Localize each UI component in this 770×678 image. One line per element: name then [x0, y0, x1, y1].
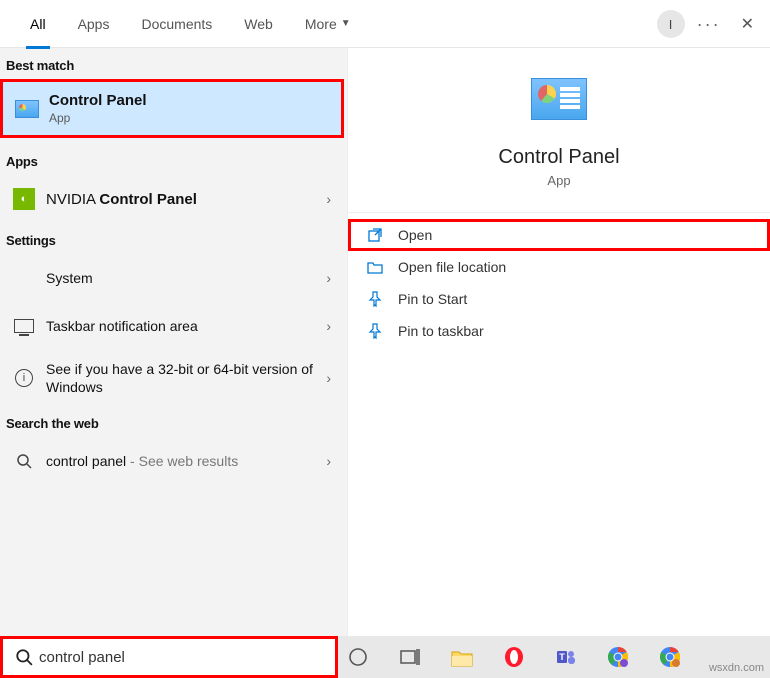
- monitor-icon: [10, 312, 38, 340]
- action-pin-to-taskbar[interactable]: Pin to taskbar: [348, 315, 770, 347]
- result-title: NVIDIA Control Panel: [46, 191, 320, 208]
- tab-more[interactable]: More ▼: [289, 0, 367, 48]
- opera-icon[interactable]: [500, 643, 528, 671]
- preview-column: Control Panel App Open Open file locatio…: [347, 48, 770, 636]
- user-avatar[interactable]: I: [657, 10, 685, 38]
- tab-web[interactable]: Web: [228, 0, 289, 48]
- section-search-web: Search the web: [0, 406, 347, 437]
- preview-title: Control Panel: [498, 146, 619, 169]
- preview-type: App: [547, 173, 570, 188]
- tab-more-label: More: [305, 16, 337, 32]
- taskbar: T: [338, 636, 770, 678]
- action-list: Open Open file location Pin to Start Pin…: [348, 213, 770, 353]
- search-bar[interactable]: [0, 636, 338, 678]
- info-icon: i: [10, 364, 38, 392]
- result-subtitle: App: [49, 111, 331, 125]
- result-control-panel[interactable]: Control Panel App: [3, 82, 341, 135]
- action-label: Pin to taskbar: [398, 323, 484, 339]
- action-pin-to-start[interactable]: Pin to Start: [348, 283, 770, 315]
- chevron-right-icon[interactable]: ›: [320, 270, 337, 286]
- more-options-icon[interactable]: ···: [697, 14, 721, 35]
- chevron-right-icon[interactable]: ›: [320, 191, 337, 207]
- result-web-search[interactable]: control panel - See web results ›: [0, 437, 347, 485]
- task-view-icon[interactable]: [396, 643, 424, 671]
- cortana-icon[interactable]: [344, 643, 372, 671]
- action-label: Open: [398, 227, 432, 243]
- result-taskbar-notification[interactable]: Taskbar notification area ›: [0, 302, 347, 350]
- best-match-highlight: Control Panel App: [0, 79, 344, 138]
- svg-text:T: T: [559, 652, 565, 662]
- results-column: Best match Control Panel App Apps ◐ NVID…: [0, 48, 347, 636]
- result-system[interactable]: System ›: [0, 254, 347, 302]
- search-input[interactable]: [39, 649, 329, 666]
- watermark: wsxdn.com: [709, 662, 764, 674]
- result-nvidia-control-panel[interactable]: ◐ NVIDIA Control Panel ›: [0, 175, 347, 223]
- control-panel-icon: [13, 95, 41, 123]
- open-icon: [366, 227, 384, 243]
- control-panel-large-icon: [531, 78, 587, 120]
- search-icon: [10, 447, 38, 475]
- tab-apps[interactable]: Apps: [62, 0, 126, 48]
- folder-icon: [366, 259, 384, 275]
- search-icon: [15, 648, 33, 666]
- chrome-icon[interactable]: [604, 643, 632, 671]
- nvidia-icon: ◐: [10, 185, 38, 213]
- filter-tabbar: All Apps Documents Web More ▼ I ··· ✕: [0, 0, 770, 48]
- result-title: Control Panel: [49, 92, 331, 109]
- action-open-file-location[interactable]: Open file location: [348, 251, 770, 283]
- tab-all[interactable]: All: [14, 0, 62, 48]
- close-icon[interactable]: ✕: [733, 14, 762, 34]
- action-open[interactable]: Open: [348, 219, 770, 251]
- pin-icon: [366, 323, 384, 339]
- chrome-alt-icon[interactable]: [656, 643, 684, 671]
- result-bitness[interactable]: i See if you have a 32-bit or 64-bit ver…: [0, 350, 347, 406]
- pin-icon: [366, 291, 384, 307]
- section-settings: Settings: [0, 223, 347, 254]
- action-label: Pin to Start: [398, 291, 467, 307]
- chevron-right-icon[interactable]: ›: [320, 318, 337, 334]
- chevron-right-icon[interactable]: ›: [320, 370, 337, 386]
- teams-icon[interactable]: T: [552, 643, 580, 671]
- action-label: Open file location: [398, 259, 506, 275]
- section-apps: Apps: [0, 144, 347, 175]
- chevron-down-icon: ▼: [341, 18, 351, 29]
- section-best-match: Best match: [0, 48, 347, 79]
- chevron-right-icon[interactable]: ›: [320, 453, 337, 469]
- tab-documents[interactable]: Documents: [125, 0, 228, 48]
- file-explorer-icon[interactable]: [448, 643, 476, 671]
